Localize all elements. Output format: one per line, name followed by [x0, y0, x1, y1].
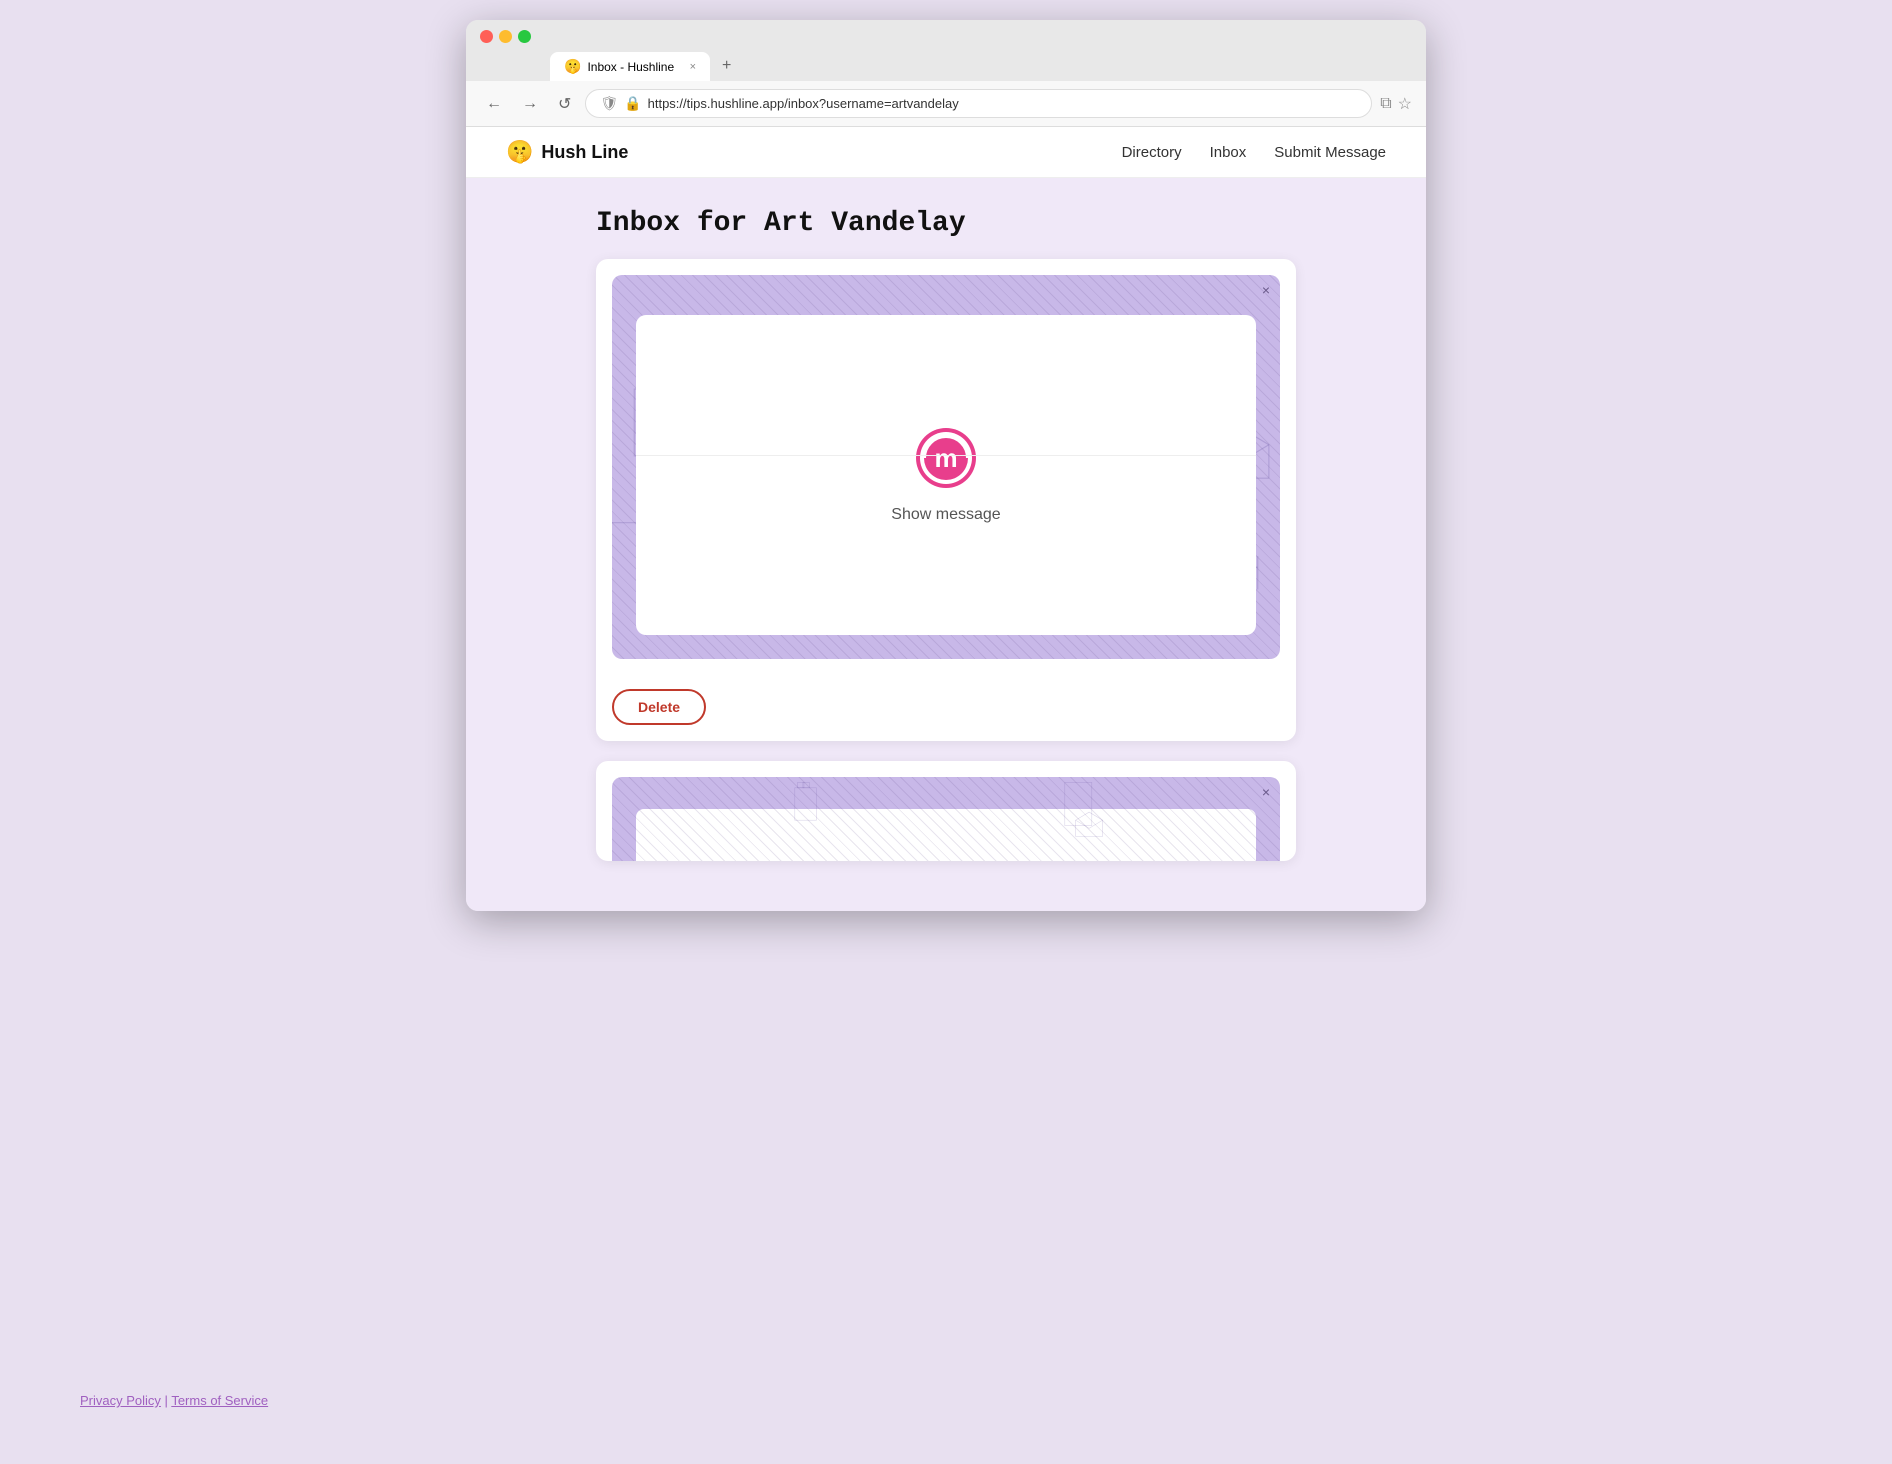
nav-inbox[interactable]: Inbox	[1210, 144, 1247, 161]
nav-links: Directory Inbox Submit Message	[1122, 144, 1386, 161]
nav-directory[interactable]: Directory	[1122, 144, 1182, 161]
brand-emoji: 🤫	[506, 139, 533, 165]
browser-controls	[480, 30, 1412, 43]
message-card: ×	[596, 259, 1296, 741]
shield-icon: 🛡	[600, 95, 618, 112]
background-pattern-2	[612, 777, 1280, 861]
new-tab-button[interactable]: +	[712, 51, 741, 81]
app-brand: 🤫 Hush Line	[506, 139, 628, 165]
lock-icon: 🔒	[624, 95, 641, 112]
nav-submit-message[interactable]: Submit Message	[1274, 144, 1386, 161]
tab-favicon: 🤫	[564, 58, 581, 75]
tab-title: Inbox - Hushline	[587, 60, 674, 74]
message-inner: ×	[596, 259, 1296, 675]
message-preview-inner-2	[636, 809, 1256, 861]
delete-button[interactable]: Delete	[612, 689, 706, 725]
toolbar-right-buttons: ⧉ ☆	[1380, 94, 1412, 114]
preview-close-button[interactable]: ×	[1262, 283, 1270, 297]
message-content-area: m Show message	[636, 315, 1256, 635]
preview-close-button-2[interactable]: ×	[1262, 785, 1270, 799]
message-preview-box-2: ×	[612, 777, 1280, 861]
back-button[interactable]: ←	[480, 91, 508, 117]
share-icon[interactable]: ⧉	[1380, 95, 1391, 113]
brand-name: Hush Line	[541, 142, 628, 163]
main-content: Inbox for Art Vandelay ×	[556, 178, 1336, 911]
tab-close-button[interactable]: ×	[690, 61, 696, 73]
close-dot[interactable]	[480, 30, 493, 43]
minimize-dot[interactable]	[499, 30, 512, 43]
message-inner-2: ×	[596, 761, 1296, 861]
address-bar[interactable]: 🛡 🔒 https://tips.hushline.app/inbox?user…	[585, 89, 1372, 118]
tab-bar: 🤫 Inbox - Hushline × +	[550, 51, 1412, 81]
browser-toolbar: ← → ↺ 🛡 🔒 https://tips.hushline.app/inbo…	[466, 81, 1426, 127]
message-card-2: ×	[596, 761, 1296, 861]
browser-window: 🤫 Inbox - Hushline × + ← → ↺ 🛡 🔒 https:/…	[466, 20, 1426, 911]
bookmark-icon[interactable]: ☆	[1398, 94, 1412, 114]
active-tab[interactable]: 🤫 Inbox - Hushline ×	[550, 52, 710, 81]
address-url: https://tips.hushline.app/inbox?username…	[648, 96, 959, 111]
divider	[636, 455, 1256, 456]
reload-button[interactable]: ↺	[552, 90, 577, 118]
svg-text:m: m	[934, 443, 957, 473]
app-navbar: 🤫 Hush Line Directory Inbox Submit Messa…	[466, 127, 1426, 178]
browser-titlebar: 🤫 Inbox - Hushline × +	[466, 20, 1426, 81]
browser-content: 🤫 Hush Line Directory Inbox Submit Messa…	[466, 127, 1426, 911]
masto-logo-icon: m	[914, 426, 978, 490]
maximize-dot[interactable]	[518, 30, 531, 43]
forward-button[interactable]: →	[516, 91, 544, 117]
inbox-title: Inbox for Art Vandelay	[596, 208, 1296, 239]
message-preview-box: ×	[612, 275, 1280, 659]
show-message-label: Show message	[891, 506, 1000, 524]
